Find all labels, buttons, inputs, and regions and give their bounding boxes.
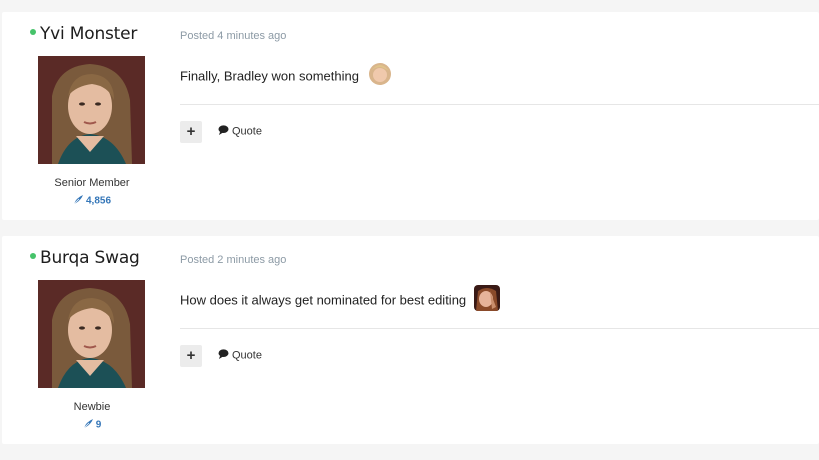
quote-label: Quote [232, 125, 262, 138]
forum-post: Burqa Swag Newbie 9 Posted 2 minutes ago [2, 236, 819, 444]
reputation-badge: 4,856 [2, 194, 182, 208]
post-content: Posted 4 minutes ago Finally, Bradley wo… [180, 12, 819, 220]
avatar[interactable] [38, 280, 145, 388]
quote-button[interactable]: Quote [218, 125, 262, 138]
post-date[interactable]: Posted 4 minutes ago [180, 30, 286, 42]
post-text: Finally, Bradley won something [180, 68, 359, 84]
post-body: How does it always get nominated for bes… [180, 285, 500, 314]
post-date[interactable]: Posted 2 minutes ago [180, 254, 286, 266]
post-body: Finally, Bradley won something [180, 61, 393, 90]
reputation-count: 9 [95, 419, 102, 431]
feather-icon [73, 194, 84, 208]
react-button[interactable]: + [180, 345, 202, 367]
author-panel: Yvi Monster Senior Member 4,856 [2, 12, 180, 220]
online-indicator-icon [30, 253, 36, 259]
divider [180, 104, 819, 105]
author-name-text[interactable]: Burqa Swag [40, 248, 140, 268]
reputation-badge: 9 [2, 418, 182, 432]
emoticon-image [366, 61, 393, 87]
author-panel: Burqa Swag Newbie 9 [2, 236, 180, 444]
member-rank: Newbie [73, 401, 111, 413]
feather-icon [83, 418, 94, 432]
post-text: How does it always get nominated for bes… [180, 292, 467, 308]
author-name[interactable]: Burqa Swag [30, 248, 140, 268]
plus-icon: + [186, 347, 196, 364]
online-indicator-icon [30, 29, 36, 35]
emoticon-image [473, 285, 500, 311]
reputation-count: 4,856 [85, 195, 112, 207]
forum-post: Yvi Monster Senior Member 4,856 Posted 4… [2, 12, 819, 220]
author-name-text[interactable]: Yvi Monster [40, 24, 137, 44]
author-name[interactable]: Yvi Monster [30, 24, 137, 44]
divider [180, 328, 819, 329]
plus-icon: + [186, 123, 196, 140]
post-content: Posted 2 minutes ago How does it always … [180, 236, 819, 444]
member-rank: Senior Member [54, 177, 130, 189]
avatar[interactable] [38, 56, 145, 164]
speech-bubble-icon [218, 349, 229, 362]
react-button[interactable]: + [180, 121, 202, 143]
speech-bubble-icon [218, 125, 229, 138]
quote-button[interactable]: Quote [218, 349, 262, 362]
quote-label: Quote [232, 349, 262, 362]
